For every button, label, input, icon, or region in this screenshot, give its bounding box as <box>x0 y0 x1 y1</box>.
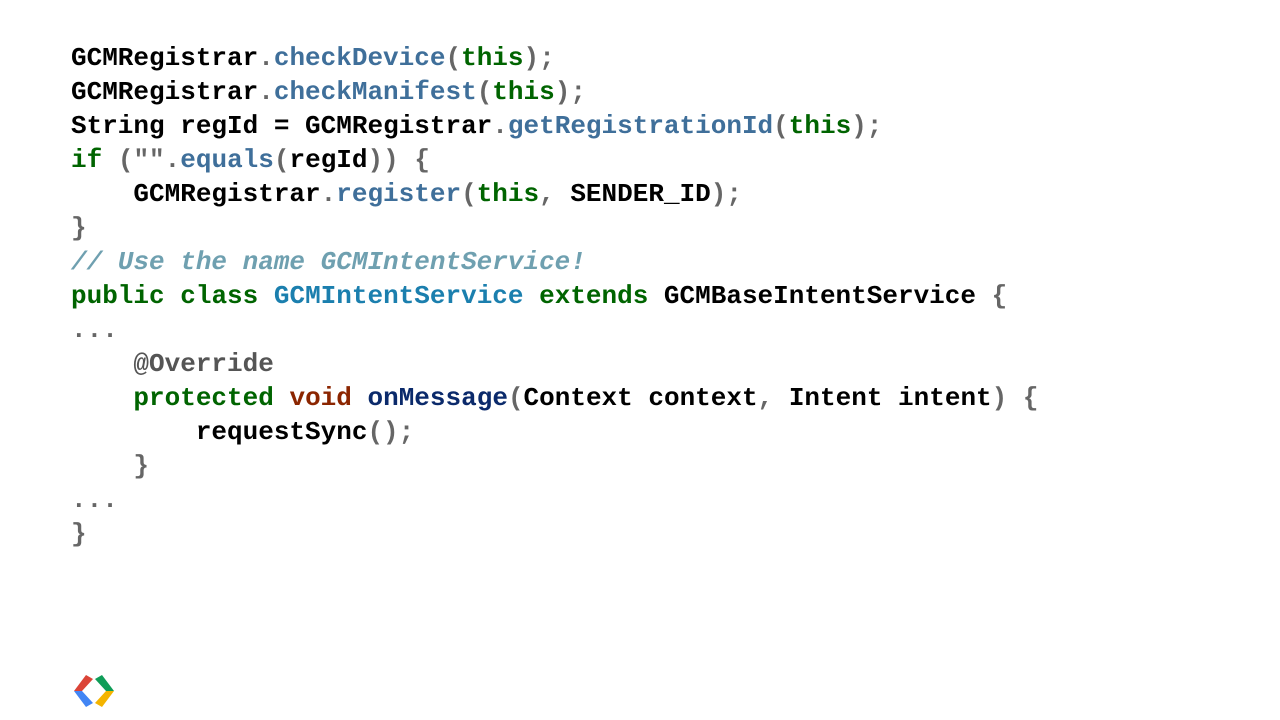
code-token: , <box>757 383 789 413</box>
code-token: (); <box>367 417 415 447</box>
code-token: ... <box>71 485 118 515</box>
code-line: requestSync(); <box>71 415 1038 449</box>
code-line: } <box>71 211 1038 245</box>
code-token: GCMRegistrar <box>71 77 259 107</box>
logo-blue-segment <box>74 691 93 707</box>
code-token: ( <box>461 179 477 209</box>
code-token: ( <box>773 111 789 141</box>
code-token: checkManifest <box>273 77 477 107</box>
code-token: { <box>991 281 1008 311</box>
code-token: getRegistrationId <box>507 111 774 141</box>
code-line: } <box>71 449 1038 483</box>
code-line: public class GCMIntentService extends GC… <box>71 279 1038 313</box>
code-token: ( <box>476 77 493 107</box>
code-token: onMessage <box>367 383 508 413</box>
code-token: SENDER_ID <box>570 179 711 209</box>
code-token: GCMRegistrar <box>71 179 321 209</box>
code-line: GCMRegistrar.checkManifest(this); <box>71 75 1038 109</box>
code-token: this <box>788 111 852 141</box>
code-token: Intent intent <box>788 383 992 413</box>
code-token: GCMRegistrar <box>289 111 493 141</box>
code-token: ); <box>710 179 742 209</box>
code-token: extends <box>539 281 649 311</box>
google-developers-logo-icon <box>74 675 114 707</box>
logo-yellow-segment <box>95 691 114 707</box>
code-token: . <box>164 145 181 175</box>
code-token: = <box>273 111 290 141</box>
code-token: String regId <box>71 111 274 141</box>
code-line: // Use the name GCMIntentService! <box>71 245 1038 279</box>
code-token: this <box>492 77 555 107</box>
code-line: @Override <box>71 347 1038 381</box>
code-token: ( <box>507 383 524 413</box>
code-token: . <box>320 179 337 209</box>
code-line: String regId = GCMRegistrar.getRegistrat… <box>71 109 1038 143</box>
code-token: this <box>476 179 540 209</box>
code-token: protected <box>133 383 274 413</box>
code-token: ); <box>851 111 883 141</box>
logo-green-segment <box>95 675 114 691</box>
code-token: } <box>71 451 150 481</box>
logo-red-segment <box>74 675 93 691</box>
code-token: public <box>71 281 165 311</box>
code-token: checkDevice <box>273 43 446 73</box>
code-token: ); <box>523 43 555 73</box>
code-token: "" <box>133 145 165 175</box>
code-token: this <box>461 43 524 73</box>
code-token: } <box>71 519 87 549</box>
code-line: if ("".equals(regId)) { <box>71 143 1038 177</box>
code-token: equals <box>180 145 274 175</box>
code-token: ( <box>273 145 290 175</box>
code-token: GCMIntentService <box>273 281 524 311</box>
code-token: . <box>258 77 274 107</box>
code-token: , <box>539 179 571 209</box>
code-token: GCMRegistrar <box>71 43 259 73</box>
code-token: ) { <box>991 383 1039 413</box>
code-token: requestSync <box>71 417 368 447</box>
code-token: GCMBaseIntentService <box>648 281 992 311</box>
code-token: . <box>492 111 508 141</box>
code-token: ... <box>71 315 118 345</box>
code-line: ... <box>71 483 1038 517</box>
code-token: regId <box>289 145 368 175</box>
code-token: } <box>71 213 87 243</box>
code-line: GCMRegistrar.checkDevice(this); <box>71 41 1038 75</box>
code-token: class <box>180 281 259 311</box>
code-token: if <box>71 145 103 175</box>
code-line: ... <box>71 313 1038 347</box>
code-token: . <box>258 43 274 73</box>
code-token: )) { <box>367 145 430 175</box>
code-line: protected void onMessage(Context context… <box>71 381 1038 415</box>
code-token: register <box>336 179 462 209</box>
code-token: Context context <box>523 383 758 413</box>
code-token: ( <box>102 145 134 175</box>
code-token: @Override <box>71 349 274 379</box>
code-token: void <box>289 383 352 413</box>
code-block: GCMRegistrar.checkDevice(this); GCMRegist… <box>71 41 1038 551</box>
code-token: // Use the name GCMIntentService! <box>71 247 586 277</box>
code-line: } <box>71 517 1038 551</box>
code-token: ); <box>554 77 586 107</box>
code-token: ( <box>445 43 462 73</box>
code-line: GCMRegistrar.register(this, SENDER_ID); <box>71 177 1038 211</box>
